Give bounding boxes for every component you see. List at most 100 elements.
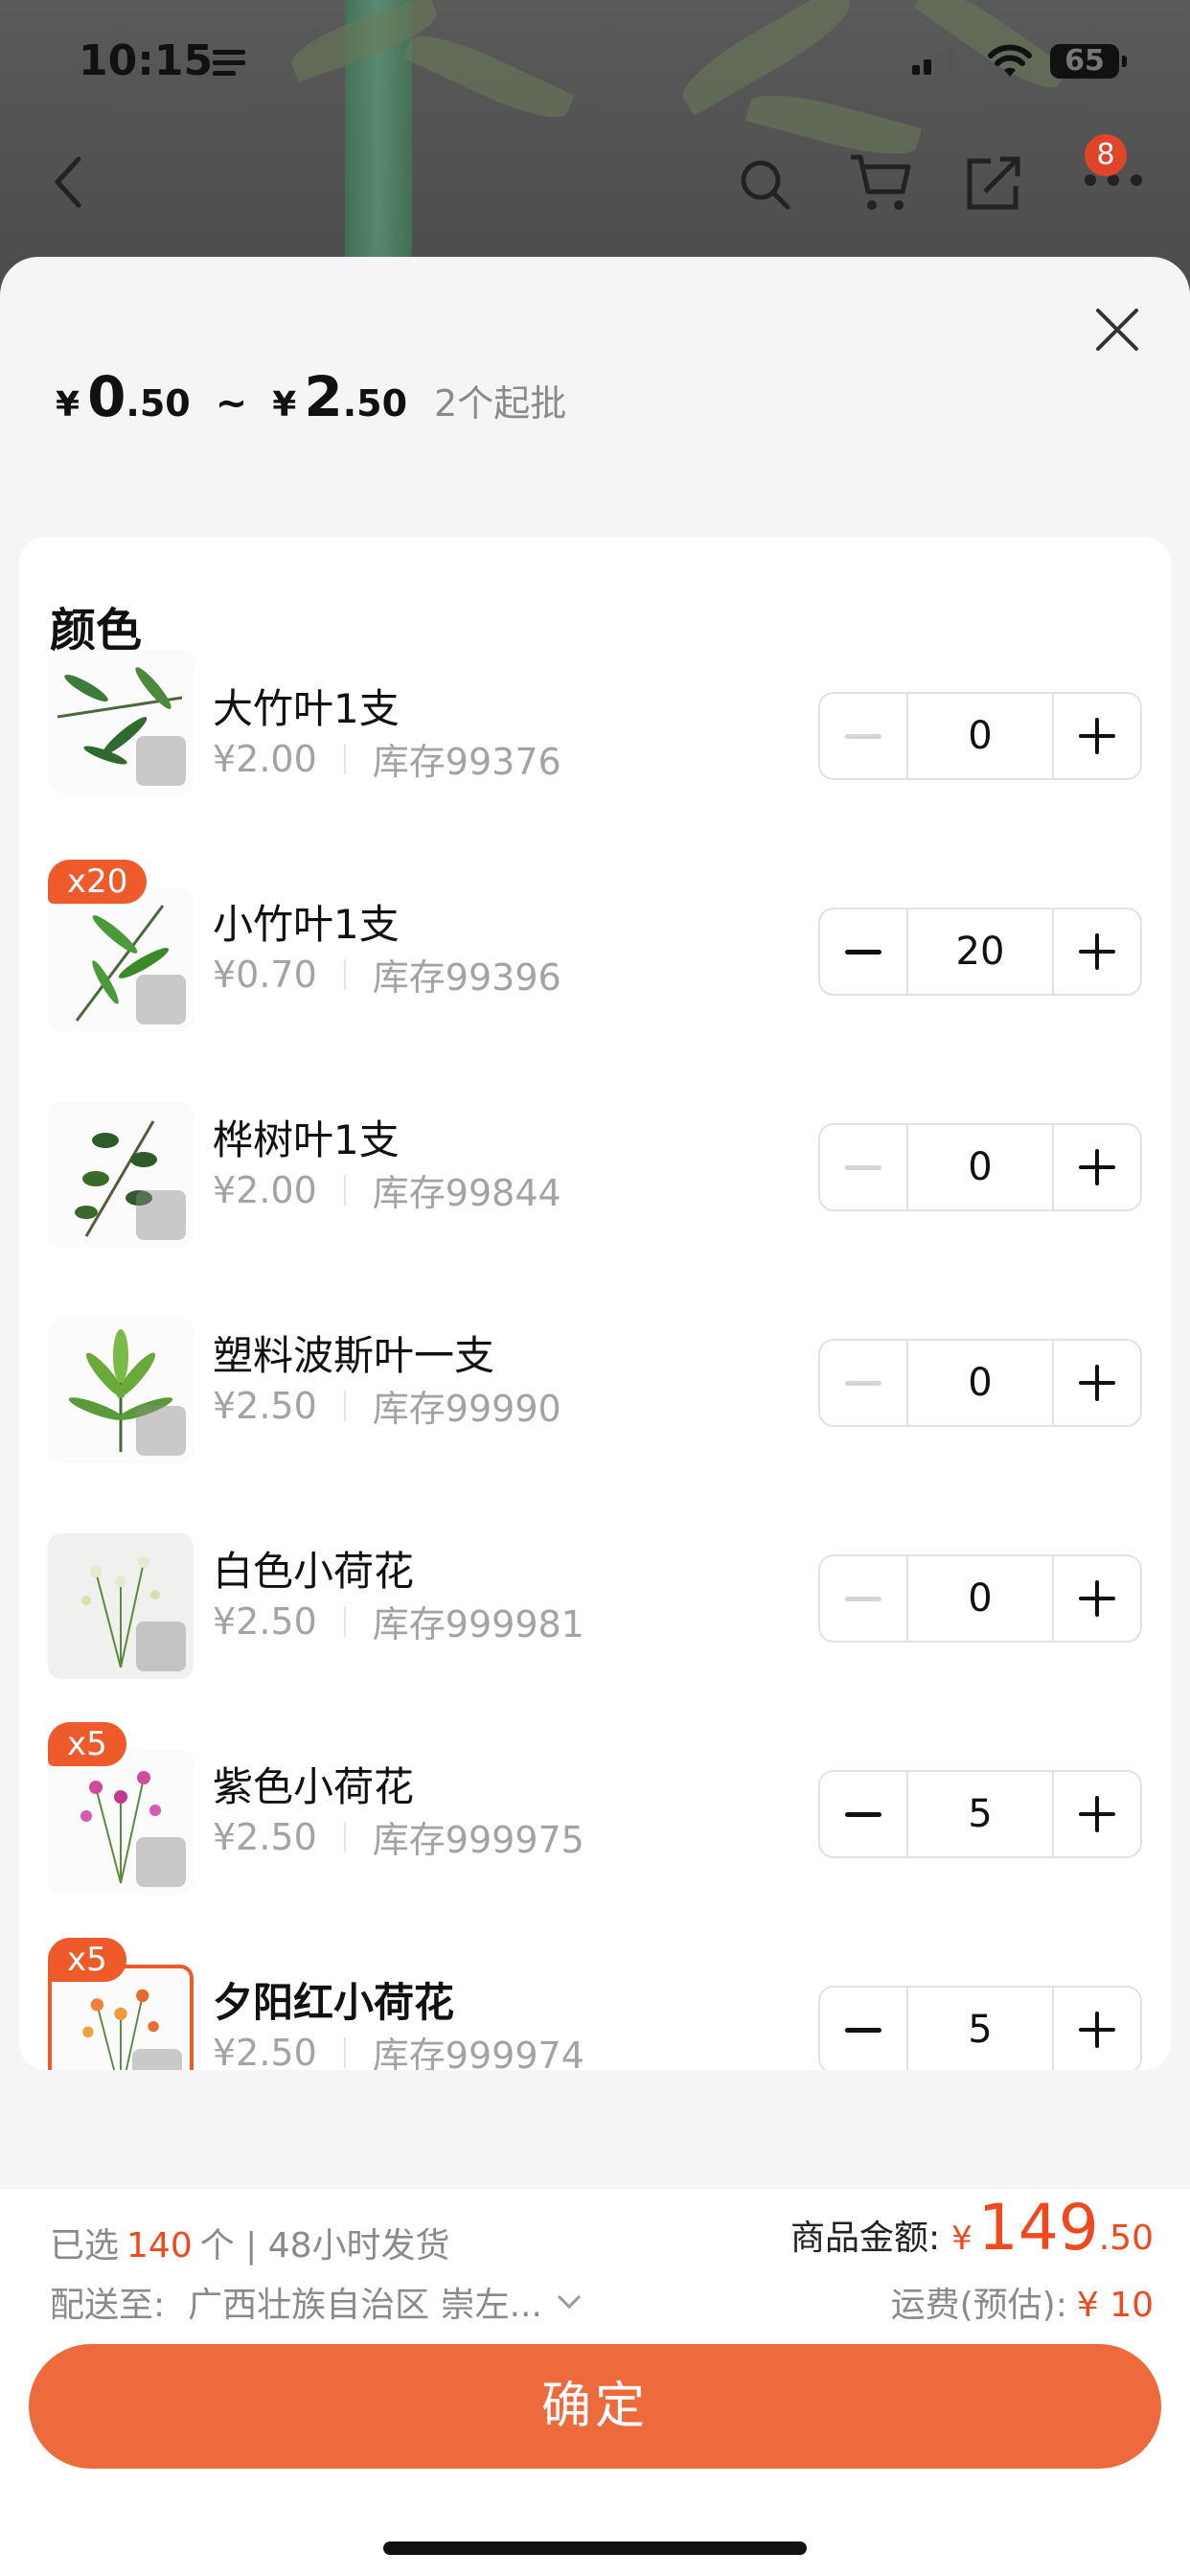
price-max-dec: .50: [342, 382, 408, 425]
decrease-button[interactable]: [820, 909, 906, 994]
decrease-button[interactable]: [820, 1341, 906, 1425]
order-footer: 已选 140 个 | 48小时发货 配送至: 广西壮族自治区 崇左... 商品金额:…: [0, 2189, 1190, 2576]
min-order-text: 2个起批: [434, 382, 567, 425]
product-price: ¥2.50: [213, 1384, 317, 1427]
product-price: ¥2.50: [213, 1599, 317, 1643]
sku-row-white-lotus[interactable]: 白色小荷花 ¥2.50 库存999981 0: [19, 1520, 1171, 1683]
sku-row-persian-leaf[interactable]: 塑料波斯叶一支 ¥2.50 库存99990 0: [19, 1304, 1171, 1467]
quantity-value[interactable]: 0: [906, 1556, 1054, 1641]
quantity-stepper[interactable]: 0: [818, 1554, 1142, 1643]
amount-dec: .50: [1098, 2219, 1154, 2258]
wifi-icon: [988, 44, 1032, 77]
plus-icon: [1079, 718, 1115, 754]
price-range: ¥ 0 .50 ~ ¥ 2 .50 2个起批: [56, 364, 566, 441]
freight-estimate: 运费(预估): ¥ 10: [891, 2277, 1154, 2327]
price-min-int: 0: [87, 364, 126, 429]
plus-icon: [1079, 933, 1115, 970]
status-time: 10:15: [79, 36, 214, 85]
product-stock: 库存999975: [372, 1819, 584, 1861]
chevron-down-icon[interactable]: [556, 2293, 583, 2311]
quantity-stepper[interactable]: 20: [818, 908, 1142, 996]
price-separator: ~: [215, 381, 248, 426]
product-thumbnail[interactable]: [48, 650, 194, 794]
product-stock: 库存99844: [372, 1172, 561, 1214]
quantity-value[interactable]: 0: [906, 694, 1054, 778]
quantity-stepper[interactable]: 0: [818, 1123, 1142, 1211]
increase-button[interactable]: [1054, 1341, 1140, 1425]
increase-button[interactable]: [1054, 1556, 1140, 1641]
increase-button[interactable]: [1054, 1125, 1140, 1209]
quantity-stepper[interactable]: 0: [818, 1339, 1142, 1427]
increase-button[interactable]: [1054, 909, 1140, 994]
expand-icon[interactable]: [136, 1406, 186, 1456]
cart-badge: 8: [1085, 134, 1127, 176]
search-icon[interactable]: [736, 155, 793, 213]
decrease-button[interactable]: [820, 694, 906, 778]
shipping-address-selector[interactable]: 配送至: 广西壮族自治区 崇左...: [50, 2277, 583, 2327]
product-thumbnail[interactable]: [48, 886, 194, 1032]
product-name: 夕阳红小荷花: [213, 1979, 455, 2026]
product-thumbnail[interactable]: [48, 1318, 194, 1463]
quantity-stepper[interactable]: 5: [818, 1770, 1142, 1858]
sku-row-birch[interactable]: 桦树叶1支 ¥2.00 库存99844 0: [19, 1089, 1171, 1252]
decrease-button[interactable]: [820, 1125, 906, 1209]
sku-row-small-bamboo[interactable]: x20 小竹叶1支 ¥0.70 库存99396 20: [19, 860, 1171, 1036]
product-name: 紫色小荷花: [213, 1763, 415, 1810]
minus-icon: [845, 1380, 881, 1386]
minus-icon: [845, 1811, 881, 1817]
product-nav-bar: 8: [0, 134, 1190, 249]
selected-suffix: 个 | 48小时发货: [199, 2226, 450, 2266]
product-stock: 库存99396: [372, 956, 561, 999]
close-icon[interactable]: [1092, 305, 1142, 355]
expand-icon[interactable]: [136, 1190, 186, 1240]
expand-icon[interactable]: [132, 2049, 182, 2070]
selected-prefix: 已选: [50, 2226, 120, 2266]
quantity-stepper[interactable]: 5: [818, 1986, 1142, 2070]
share-icon[interactable]: [962, 151, 1025, 215]
product-thumbnail[interactable]: [48, 1102, 194, 1248]
quantity-value[interactable]: 0: [906, 1125, 1054, 1209]
quantity-value[interactable]: 20: [906, 909, 1054, 994]
minus-icon: [845, 733, 881, 739]
minus-icon: [845, 2027, 881, 2033]
decrease-button[interactable]: [820, 1988, 906, 2070]
list-icon: [213, 50, 245, 81]
plus-icon: [1079, 1149, 1115, 1185]
color-options-card: 颜色 大竹叶1支 ¥2.00 库存99376 0 x20 小竹叶1支 ¥0.70…: [19, 537, 1171, 2070]
sku-row-sunset-lotus[interactable]: x5 夕阳红小荷花 ¥2.50 库存999974 5: [19, 1938, 1171, 2071]
freight-value: ¥ 10: [1076, 2286, 1154, 2325]
plus-icon: [1079, 2012, 1115, 2048]
increase-button[interactable]: [1054, 1772, 1140, 1856]
expand-icon[interactable]: [136, 1837, 186, 1887]
confirm-button[interactable]: 确定: [29, 2344, 1161, 2469]
product-name: 白色小荷花: [213, 1548, 415, 1595]
quantity-value[interactable]: 5: [906, 1988, 1054, 2070]
quantity-value[interactable]: 5: [906, 1772, 1054, 1856]
home-indicator: [383, 2542, 807, 2555]
sku-row-purple-lotus[interactable]: x5 紫色小荷花 ¥2.50 库存999975 5: [19, 1722, 1171, 1898]
quantity-value[interactable]: 0: [906, 1341, 1054, 1425]
expand-icon[interactable]: [136, 975, 186, 1024]
ship-address[interactable]: 广西壮族自治区 崇左...: [188, 2277, 542, 2327]
product-thumbnail[interactable]: [48, 1533, 194, 1679]
ship-label: 配送至:: [50, 2286, 166, 2325]
cart-icon[interactable]: [847, 151, 914, 215]
decrease-button[interactable]: [820, 1556, 906, 1641]
cellular-signal-icon: [912, 48, 958, 75]
expand-icon[interactable]: [136, 1622, 186, 1671]
sku-row-big-bamboo[interactable]: 大竹叶1支 ¥2.00 库存99376 0: [19, 650, 1171, 820]
quantity-badge: x20: [48, 860, 148, 904]
decrease-button[interactable]: [820, 1772, 906, 1856]
back-icon[interactable]: [48, 153, 86, 211]
product-price: ¥2.50: [213, 2031, 317, 2071]
amount-label: 商品金额:: [790, 2219, 941, 2258]
minus-icon: [845, 949, 881, 954]
expand-icon[interactable]: [136, 736, 186, 786]
amount-int: 149: [977, 2191, 1099, 2265]
increase-button[interactable]: [1054, 1988, 1140, 2070]
product-thumbnail[interactable]: [48, 1749, 194, 1895]
quantity-stepper[interactable]: 0: [818, 692, 1142, 780]
goods-amount: 商品金额: ¥ 149 .50: [790, 2191, 1154, 2265]
quantity-badge: x5: [48, 1722, 126, 1766]
increase-button[interactable]: [1054, 694, 1140, 778]
